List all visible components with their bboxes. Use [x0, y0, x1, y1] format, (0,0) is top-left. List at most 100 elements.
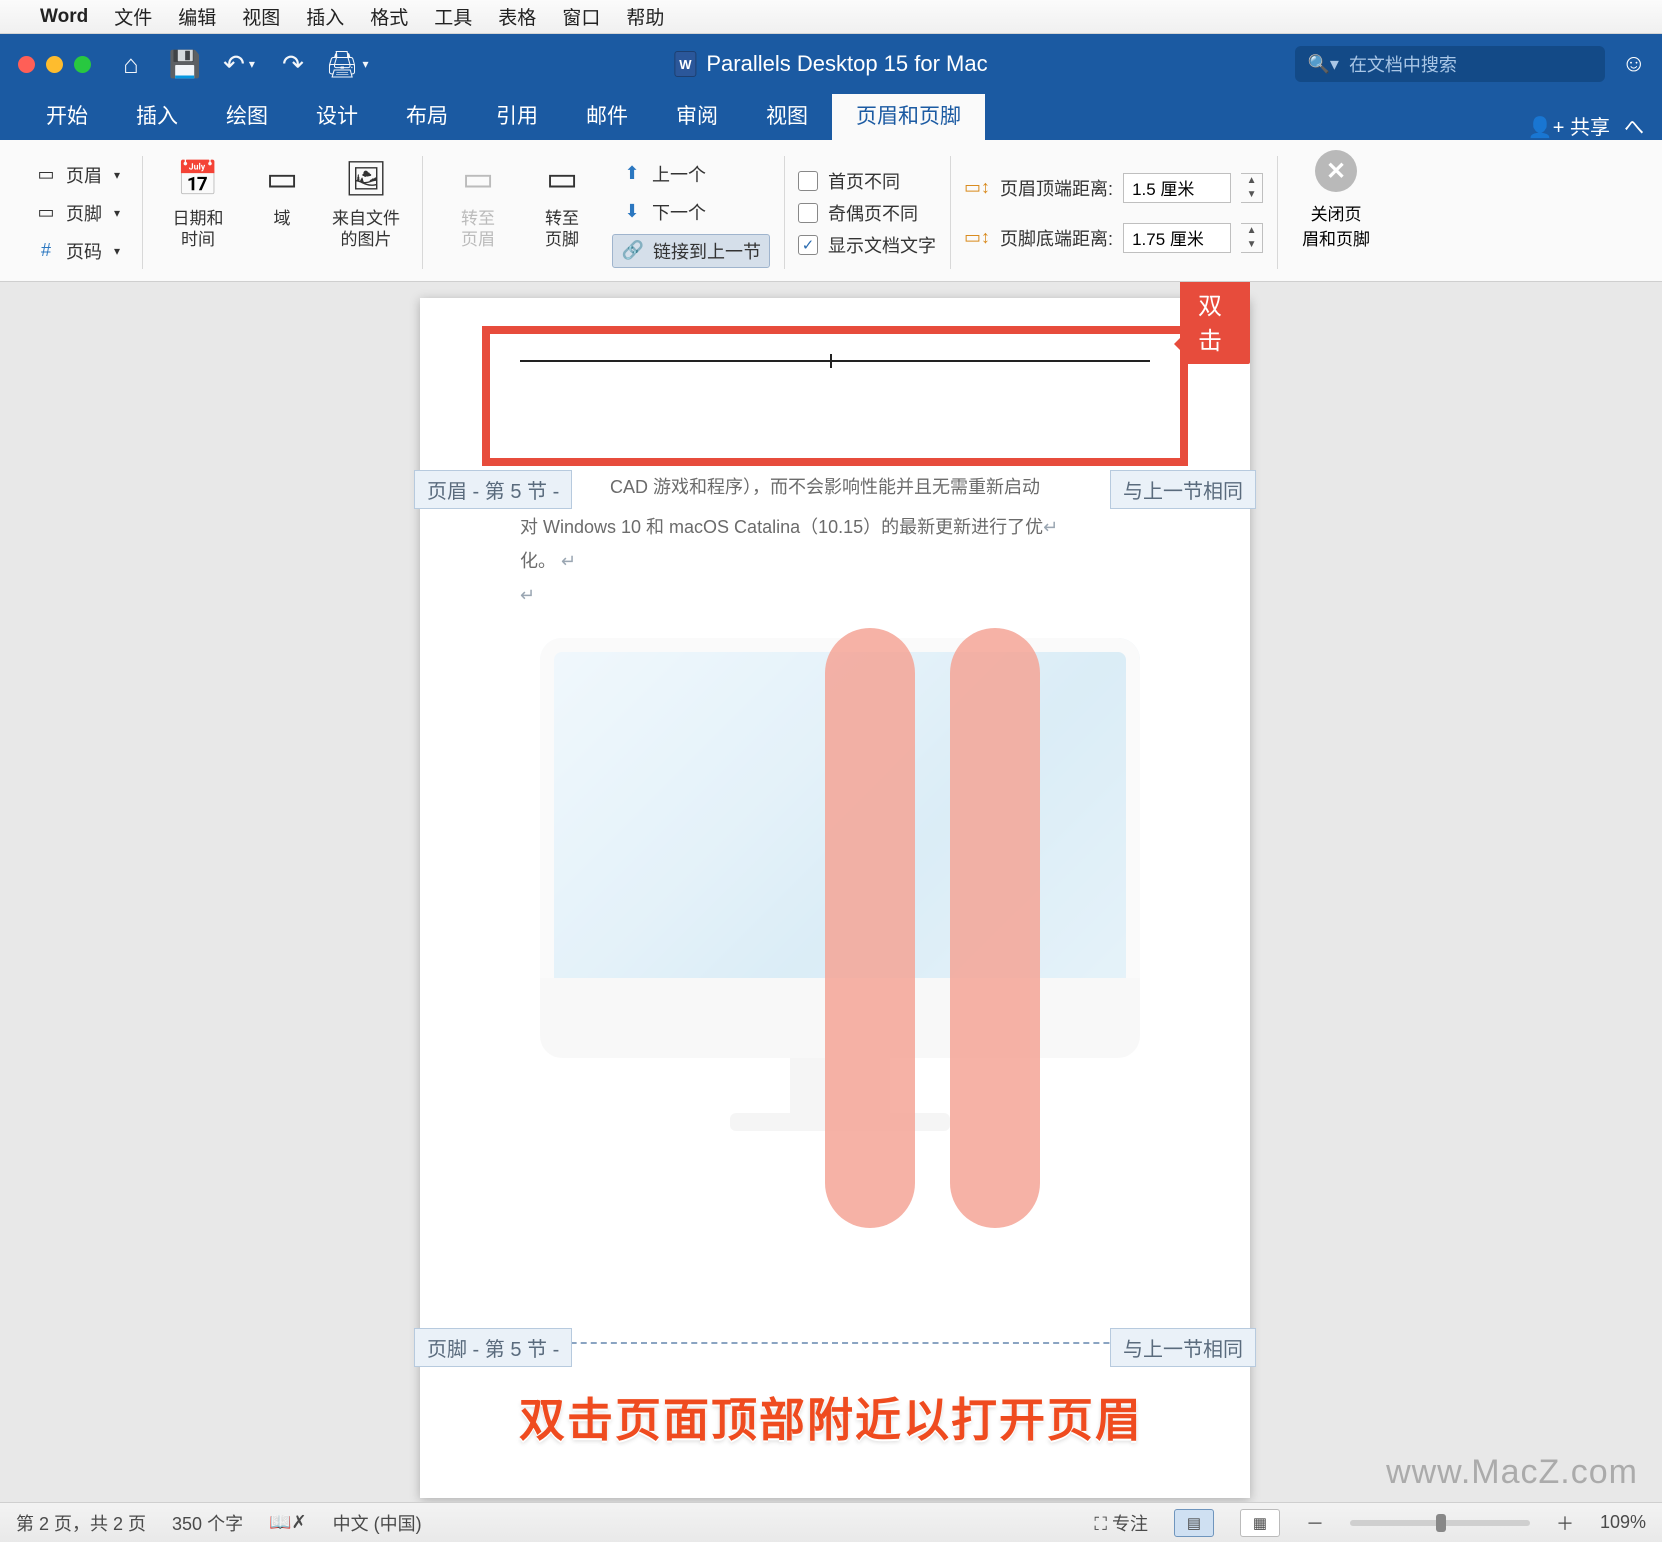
zoom-percent[interactable]: 109% — [1600, 1512, 1646, 1533]
close-header-footer-button[interactable]: ✕ 关闭页 眉和页脚 — [1291, 150, 1381, 275]
menu-tools[interactable]: 工具 — [434, 3, 472, 30]
field-button[interactable]: ▭ 域 — [240, 150, 324, 275]
date-time-button[interactable]: 📅 日期和 时间 — [156, 150, 240, 275]
menu-view[interactable]: 视图 — [242, 3, 280, 30]
paragraph-mark: ↵ — [520, 580, 535, 611]
header-from-top: ▭↕ 页眉顶端距离: 1.5 厘米 ▲▼ — [964, 173, 1263, 203]
menu-window[interactable]: 窗口 — [562, 3, 600, 30]
annotation-caption: 双击页面顶部附近以打开页眉 — [0, 1384, 1662, 1450]
search-input[interactable]: 🔍▾ 在文档中搜索 — [1295, 46, 1605, 82]
tab-review[interactable]: 审阅 — [652, 90, 742, 140]
header-distance-input[interactable]: 1.5 厘米 — [1123, 173, 1231, 203]
annotation-callout: 双击 — [1180, 282, 1250, 364]
menu-edit[interactable]: 编辑 — [178, 3, 216, 30]
group-position: ▭↕ 页眉顶端距离: 1.5 厘米 ▲▼ ▭↕ 页脚底端距离: 1.75 厘米 … — [950, 150, 1277, 275]
tab-home[interactable]: 开始 — [22, 90, 112, 140]
window-minimize-icon[interactable] — [46, 56, 63, 73]
web-layout-view-icon[interactable]: ▦ — [1240, 1509, 1280, 1537]
header-same-as-previous-tag: 与上一节相同 — [1110, 470, 1256, 509]
body-text-line-2: 对 Windows 10 和 macOS Catalina（10.15）的最新更… — [520, 512, 1058, 543]
footer-distance-icon: ▭↕ — [964, 227, 990, 248]
calendar-icon: 📅 — [175, 156, 221, 202]
picture-from-file-button[interactable]: 🖼 来自文件 的图片 — [324, 150, 408, 275]
tab-view[interactable]: 视图 — [742, 90, 832, 140]
page-number-button[interactable]: #页码▾ — [26, 235, 128, 267]
search-placeholder: 在文档中搜索 — [1349, 51, 1457, 77]
footer-icon: ▭ — [34, 201, 58, 225]
document-area[interactable]: 双击 页眉 - 第 5 节 - 与上一节相同 CAD 游戏和程序），而不会影响性… — [0, 282, 1662, 1502]
word-file-icon: W — [674, 51, 696, 77]
collapse-ribbon-icon[interactable]: へ — [1624, 111, 1644, 140]
window-titlebar: ⌂ 💾 ↶▾ ↷ 🖨▾ W Parallels Desktop 15 for M… — [0, 34, 1662, 94]
window-zoom-icon[interactable] — [74, 56, 91, 73]
goto-footer-button[interactable]: ▭ 转至 页脚 — [520, 150, 604, 275]
zoom-out-icon[interactable]: － — [1306, 1510, 1324, 1536]
footer-distance-stepper[interactable]: ▲▼ — [1241, 223, 1263, 253]
tab-header-footer[interactable]: 页眉和页脚 — [832, 90, 985, 140]
link-to-previous-button[interactable]: 🔗链接到上一节 — [612, 234, 770, 268]
arrow-down-icon: ⬇ — [620, 200, 644, 224]
different-first-page-checkbox[interactable]: 首页不同 — [798, 168, 936, 194]
group-options: 首页不同 奇偶页不同 ✓显示文档文字 — [784, 150, 950, 275]
redo-icon[interactable]: ↷ — [275, 46, 311, 82]
window-close-icon[interactable] — [18, 56, 35, 73]
footer-distance-input[interactable]: 1.75 厘米 — [1123, 223, 1231, 253]
zoom-in-icon[interactable]: ＋ — [1556, 1510, 1574, 1536]
focus-mode-button[interactable]: ⛶ 专注 — [1094, 1510, 1148, 1536]
group-close: ✕ 关闭页 眉和页脚 — [1277, 150, 1395, 275]
document-title-text: Parallels Desktop 15 for Mac — [706, 51, 987, 77]
site-watermark: www.MacZ.com — [1386, 1453, 1638, 1492]
menu-file[interactable]: 文件 — [114, 3, 152, 30]
print-icon[interactable]: 🖨▾ — [329, 46, 365, 82]
home-icon[interactable]: ⌂ — [113, 46, 149, 82]
tab-mailings[interactable]: 邮件 — [562, 90, 652, 140]
menu-table[interactable]: 表格 — [498, 3, 536, 30]
different-odd-even-checkbox[interactable]: 奇偶页不同 — [798, 200, 936, 226]
page[interactable]: 双击 页眉 - 第 5 节 - 与上一节相同 CAD 游戏和程序），而不会影响性… — [420, 298, 1250, 1498]
quick-access-toolbar: ⌂ 💾 ↶▾ ↷ 🖨▾ — [113, 46, 365, 82]
next-button[interactable]: ⬇下一个 — [612, 196, 770, 228]
search-icon: 🔍▾ — [1307, 54, 1338, 75]
pagenum-icon: # — [34, 239, 58, 263]
tab-layout[interactable]: 布局 — [382, 90, 472, 140]
footer-section-tag: 页脚 - 第 5 节 - — [414, 1328, 572, 1367]
save-icon[interactable]: 💾 — [167, 46, 203, 82]
goto-header-icon: ▭ — [455, 156, 501, 202]
zoom-slider[interactable] — [1350, 1520, 1530, 1526]
print-layout-view-icon[interactable]: ▤ — [1174, 1509, 1214, 1537]
footer-same-as-previous-tag: 与上一节相同 — [1110, 1328, 1256, 1367]
field-icon: ▭ — [259, 156, 305, 202]
parallels-logo-bar — [825, 628, 915, 1228]
goto-footer-icon: ▭ — [539, 156, 585, 202]
picture-icon: 🖼 — [343, 156, 389, 202]
group-navigation: ▭ 转至 页眉 ▭ 转至 页脚 ⬆上一个 ⬇下一个 🔗链接到上一节 — [422, 150, 784, 275]
menu-help[interactable]: 帮助 — [626, 3, 664, 30]
share-button[interactable]: 👤+ 共享 — [1528, 111, 1610, 140]
tab-design[interactable]: 设计 — [292, 90, 382, 140]
status-language[interactable]: 中文 (中国) — [333, 1510, 422, 1536]
footer-button[interactable]: ▭页脚▾ — [26, 197, 128, 229]
show-document-text-checkbox[interactable]: ✓显示文档文字 — [798, 232, 936, 258]
tab-insert[interactable]: 插入 — [112, 90, 202, 140]
tab-references[interactable]: 引用 — [472, 90, 562, 140]
ribbon-tabs: 开始 插入 绘图 设计 布局 引用 邮件 审阅 视图 页眉和页脚 👤+ 共享 へ — [0, 94, 1662, 140]
header-distance-stepper[interactable]: ▲▼ — [1241, 173, 1263, 203]
tab-draw[interactable]: 绘图 — [202, 90, 292, 140]
account-icon[interactable]: ☺ — [1621, 50, 1646, 78]
undo-icon[interactable]: ↶▾ — [221, 46, 257, 82]
annotation-highlight — [482, 326, 1188, 466]
status-spellcheck-icon[interactable]: 📖✗ — [269, 1512, 307, 1533]
arrow-up-icon: ⬆ — [620, 162, 644, 186]
menu-format[interactable]: 格式 — [370, 3, 408, 30]
header-button[interactable]: ▭页眉▾ — [26, 159, 128, 191]
previous-button[interactable]: ⬆上一个 — [612, 158, 770, 190]
status-page[interactable]: 第 2 页，共 2 页 — [16, 1510, 146, 1536]
menu-insert[interactable]: 插入 — [306, 3, 344, 30]
menubar-app-name[interactable]: Word — [40, 6, 88, 28]
status-bar: 第 2 页，共 2 页 350 个字 📖✗ 中文 (中国) ⛶ 专注 ▤ ▦ －… — [0, 1502, 1662, 1542]
ribbon: ▭页眉▾ ▭页脚▾ #页码▾ 📅 日期和 时间 ▭ 域 🖼 来自文件 的图片 ▭… — [0, 140, 1662, 282]
group-header-footer: ▭页眉▾ ▭页脚▾ #页码▾ — [12, 150, 142, 275]
status-words[interactable]: 350 个字 — [172, 1510, 243, 1536]
header-section-tag: 页眉 - 第 5 节 - — [414, 470, 572, 509]
group-insert: 📅 日期和 时间 ▭ 域 🖼 来自文件 的图片 — [142, 150, 422, 275]
